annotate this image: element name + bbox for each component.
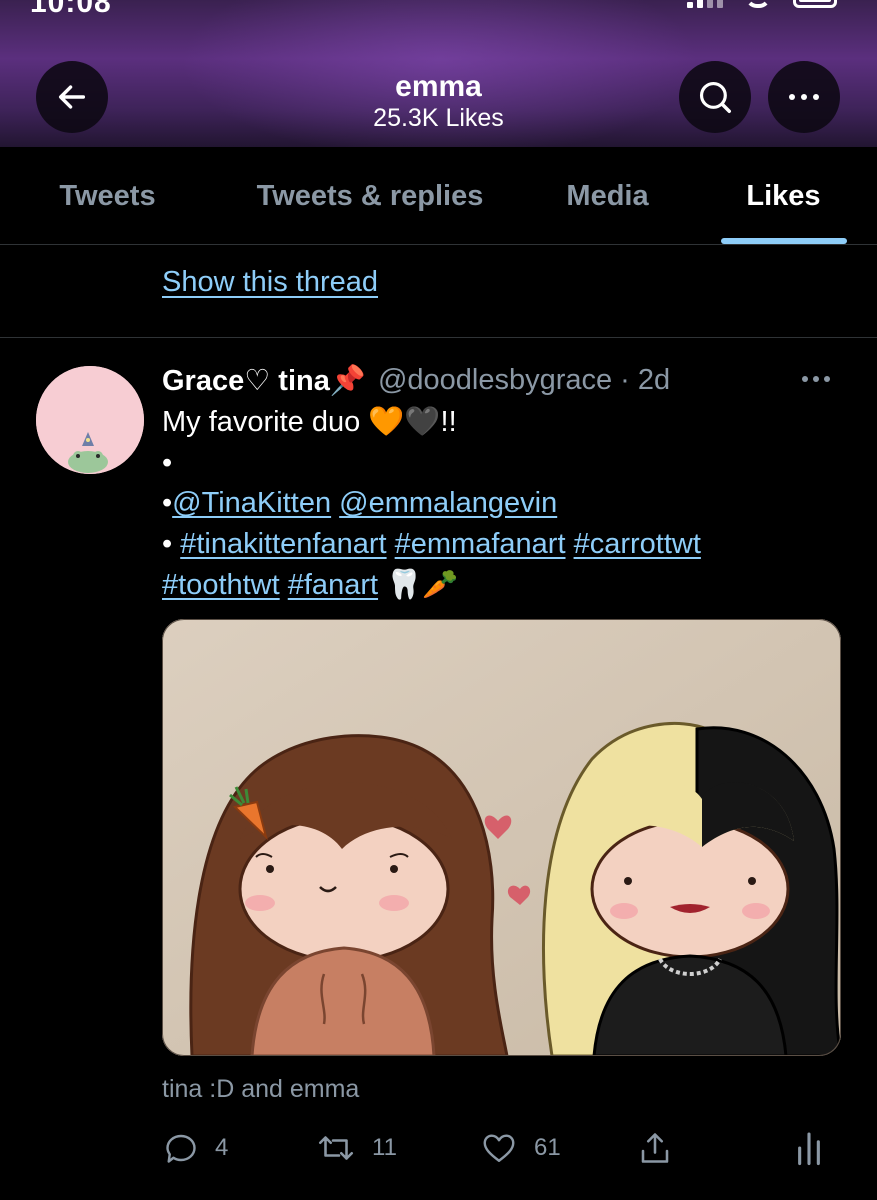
tweet-bullet: • [162,446,173,479]
heart-icon [483,1134,515,1162]
profile-likes-screen: 10:08 emma 25.3K Likes Tweets Tweets & r… [0,0,877,1200]
show-thread-link[interactable]: Show this thread [162,266,378,299]
hashtag-link[interactable]: #carrottwt [574,528,701,560]
tab-likes[interactable]: Likes [720,147,847,245]
meta-separator: · [620,363,630,396]
tweet-bullet: • [162,527,173,560]
mention-link[interactable]: @emmalangevin [339,487,557,519]
reply-icon [166,1134,196,1163]
hashtag-link[interactable]: #tinakittenfanart [180,528,386,560]
hashtag-link[interactable]: #toothtwt [162,569,280,601]
retweet-icon [318,1136,354,1160]
like-count: 61 [534,1134,561,1161]
fanart-illustration [162,619,841,1056]
tweet-more-icon[interactable] [802,376,830,382]
signal-icon [687,0,723,8]
author-handle[interactable]: @doodlesbygrace [378,364,612,397]
status-time: 10:08 [30,0,112,19]
tweet-text-line: My favorite duo 🧡🖤!! [162,406,457,438]
reply-count: 4 [215,1134,229,1161]
tweet-mentions-line: •@TinaKitten @emmalangevin [162,483,842,524]
frog-avatar-illustration [36,366,144,474]
search-icon [699,81,731,113]
search-button[interactable] [679,61,751,133]
tweet-header: Grace♡ tina📌 @doodlesbygrace · 2d [162,361,670,399]
tweet-hashtags-line: • #tinakittenfanart #emmafanart #carrott… [162,524,842,565]
more-options-button[interactable] [768,61,840,133]
active-tab-indicator [721,238,847,244]
status-bar: 10:08 [0,0,877,19]
author-name[interactable]: Grace♡ tina📌 [162,363,366,398]
tweet-image[interactable] [162,619,841,1056]
share-icon [641,1133,669,1163]
hashtag-link[interactable]: #fanart [288,569,378,601]
tab-tweets[interactable]: Tweets [30,147,185,245]
share-button[interactable] [637,1124,673,1172]
analytics-button[interactable] [795,1124,823,1172]
status-icons [687,0,837,8]
tweet-actions: 4 11 61 [0,1124,877,1172]
image-caption: tina :D and emma [162,1075,360,1103]
hashtag-link[interactable]: #emmafanart [395,528,566,560]
profile-header: 10:08 emma 25.3K Likes [0,0,877,147]
mention-link[interactable]: @TinaKitten [172,487,331,519]
tweet-text: My favorite duo 🧡🖤!! • •@TinaKitten @emm… [162,402,842,605]
retweet-count: 11 [372,1134,397,1161]
tweet-time[interactable]: 2d [638,364,670,397]
tab-media[interactable]: Media [545,147,670,245]
thread-row: Show this thread [0,246,877,338]
battery-icon [793,0,837,8]
wifi-icon [745,0,771,8]
analytics-icon [798,1132,820,1166]
like-button[interactable]: 61 [480,1124,561,1172]
tooth-carrot-emoji: 🦷🥕 [386,567,459,601]
tweet-bullet: • [162,487,173,519]
profile-tabs: Tweets Tweets & replies Media Likes [0,147,877,245]
reply-button[interactable]: 4 [163,1124,228,1172]
avatar[interactable] [36,366,144,474]
tweet-hashtags-line: #toothtwt #fanart 🦷🥕 [162,564,842,605]
tab-tweets-and-replies[interactable]: Tweets & replies [235,147,505,245]
more-icon [789,94,819,100]
retweet-button[interactable]: 11 [316,1124,397,1172]
